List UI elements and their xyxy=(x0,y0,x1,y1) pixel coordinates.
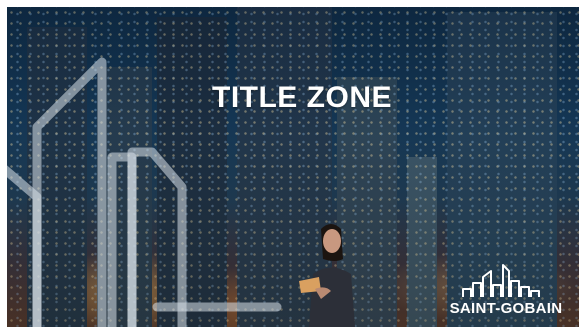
city-skyline-logo-icon xyxy=(462,264,540,297)
woman-holding-tablet xyxy=(299,224,355,327)
slide-canvas: TITLE ZONE SAINT-GOBAIN xyxy=(7,7,579,327)
saint-gobain-logo: SAINT-GOBAIN xyxy=(443,263,569,319)
logo-text: SAINT-GOBAIN xyxy=(449,300,563,317)
slide-title: TITLE ZONE xyxy=(212,81,392,114)
